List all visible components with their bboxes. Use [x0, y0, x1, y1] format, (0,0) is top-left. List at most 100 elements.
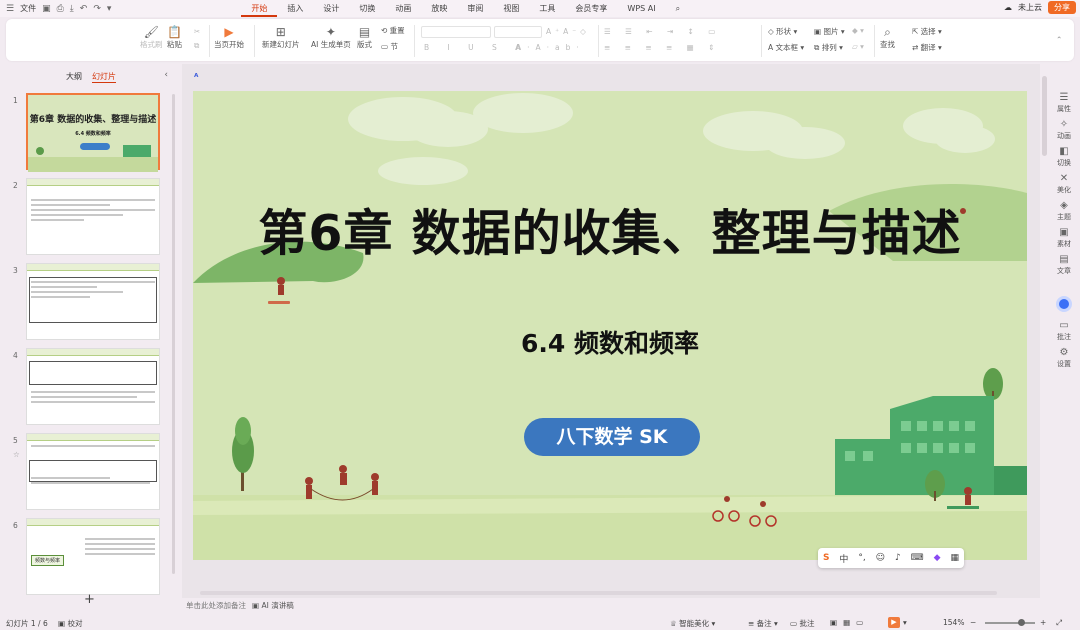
vertical-scrollbar[interactable] — [1042, 66, 1047, 596]
punctuation-icon[interactable]: °, — [858, 553, 865, 563]
zoom-slider-handle[interactable] — [1018, 619, 1025, 626]
undo-icon[interactable]: ↶ — [80, 4, 88, 14]
menu-icon[interactable]: ☰ — [6, 4, 14, 14]
menu-view[interactable]: 视图 — [493, 0, 529, 17]
search-icon[interactable]: ⌕ — [666, 0, 690, 17]
menu-wps-ai[interactable]: WPS AI — [617, 0, 665, 17]
tab-outline[interactable]: 大纲 — [66, 71, 82, 83]
list-group[interactable]: ☰ ☰ ⇤ ⇥ ↕ ▭ — [604, 27, 721, 36]
redo-icon[interactable]: ↷ — [93, 4, 101, 14]
textbox-button[interactable]: A 文本框 ▾ — [768, 42, 804, 53]
keyboard-icon[interactable]: ⌨ — [911, 553, 924, 563]
cut-icon[interactable]: ✂ — [194, 27, 200, 36]
paste-button[interactable]: 📋 粘贴 — [167, 25, 182, 50]
menu-transition[interactable]: 切换 — [349, 0, 385, 17]
ai-speech-button[interactable]: ▣ AI 演讲稿 — [252, 600, 294, 611]
transition-button[interactable]: ◧ 切换 — [1048, 146, 1080, 168]
shape-button[interactable]: ◇ 形状 ▾ — [768, 26, 797, 37]
fit-window-icon[interactable]: ⤢ — [1056, 618, 1062, 628]
sogou-icon[interactable]: S — [823, 553, 829, 563]
shape-fill-icon[interactable]: ◆ ▾ — [852, 26, 864, 35]
chinese-mode-icon[interactable]: 中 — [839, 552, 848, 565]
menu-home[interactable]: 开始 — [241, 0, 278, 17]
theme-button[interactable]: ◈ 主题 — [1048, 200, 1080, 222]
more-icon[interactable]: ▾ — [107, 4, 112, 14]
panel-scrollbar[interactable] — [172, 94, 175, 574]
ai-assist-icon[interactable]: ᴬ — [194, 73, 206, 85]
slide-thumbnail-1[interactable]: 第6章 数据的收集、整理与描述 6.4 频数和频率 — [26, 93, 160, 172]
material-button[interactable]: ▣ 素材 — [1048, 227, 1080, 249]
collapse-ribbon-icon[interactable]: ⌃ — [1056, 35, 1062, 44]
slide-thumbnail-4[interactable] — [26, 348, 160, 425]
find-button[interactable]: ⌕ 查找 — [880, 25, 895, 50]
section-button[interactable]: ▭ 节 — [381, 41, 398, 52]
beautify-button[interactable]: ✕ 美化 — [1048, 173, 1080, 195]
settings-button[interactable]: ⚙ 设置 — [1048, 347, 1080, 369]
comments-status-button[interactable]: ▭ 批注 — [790, 618, 814, 629]
proofread-button[interactable]: ▣ 校对 — [58, 618, 82, 629]
font-size-adjust[interactable]: A⁺A⁻◇ — [546, 27, 590, 36]
zoom-out-button[interactable]: − — [970, 618, 976, 627]
arrange-button[interactable]: ⧉ 排列 ▾ — [814, 42, 843, 53]
horizontal-scrollbar[interactable] — [200, 591, 997, 595]
text-color-group[interactable]: A·A·ab· — [516, 43, 585, 52]
menu-review[interactable]: 审阅 — [457, 0, 493, 17]
print-icon[interactable]: ⎙ — [57, 4, 64, 14]
menu-tools[interactable]: 工具 — [529, 0, 565, 17]
ime-toolbar[interactable]: S 中 °, ☺ ♪ ⌨ ◆ ▦ — [818, 548, 964, 568]
comments-button[interactable]: ▭ 批注 — [1048, 320, 1080, 342]
menu-animation[interactable]: 动画 — [385, 0, 421, 17]
image-button[interactable]: ▣ 图片 ▾ — [814, 26, 845, 37]
ai-assistant-icon[interactable] — [1056, 296, 1072, 312]
font-size-select[interactable] — [494, 26, 542, 38]
zoom-in-button[interactable]: + — [1040, 618, 1046, 627]
ai-generate-button[interactable]: ✦ AI 生成单页 — [311, 25, 351, 50]
export-icon[interactable]: ⤓ — [70, 4, 74, 14]
menu-design[interactable]: 设计 — [313, 0, 349, 17]
grade-badge[interactable]: 八下数学 SK — [524, 418, 700, 456]
smart-beautify-button[interactable]: ♕ 智能美化 ▾ — [670, 618, 715, 629]
zoom-level[interactable]: 154% — [943, 618, 964, 627]
notes-button[interactable]: ≡ 备注 ▾ — [748, 618, 778, 629]
slide-title[interactable]: 第6章 数据的收集、整理与描述 — [193, 194, 1027, 265]
collapse-panel-icon[interactable]: ‹ — [164, 70, 168, 80]
skin-icon[interactable]: ◆ — [934, 553, 941, 563]
current-slide[interactable]: 第6章 数据的收集、整理与描述 6.4 频数和频率 八下数学 SK — [193, 91, 1027, 560]
new-slide-button[interactable]: ⊞ 新建幻灯片 — [262, 25, 300, 50]
add-slide-button[interactable]: + — [84, 592, 95, 607]
slide-thumbnail-3[interactable] — [26, 263, 160, 340]
tab-slides[interactable]: 幻灯片 — [92, 71, 116, 83]
cloud-status[interactable]: 未上云 — [1018, 2, 1042, 13]
slide-thumbnail-6[interactable]: 频数与频率 — [26, 518, 160, 595]
menu-member[interactable]: 会员专享 — [565, 0, 617, 17]
format-painter-button[interactable]: 🖌 格式刷 — [140, 25, 163, 50]
article-button[interactable]: ▤ 文章 — [1048, 254, 1080, 276]
menu-insert[interactable]: 插入 — [277, 0, 313, 17]
star-icon[interactable]: ☆ — [13, 450, 20, 459]
file-menu[interactable]: 文件 — [20, 3, 36, 14]
shape-outline-icon[interactable]: ▱ ▾ — [852, 42, 864, 51]
menu-slideshow[interactable]: 放映 — [421, 0, 457, 17]
font-name-select[interactable] — [421, 26, 491, 38]
properties-button[interactable]: ☰ 属性 — [1048, 92, 1080, 114]
slide-subtitle[interactable]: 6.4 频数和频率 — [193, 324, 1027, 360]
animation-button[interactable]: ✧ 动画 — [1048, 119, 1080, 141]
select-button[interactable]: ⇱ 选择 ▾ — [912, 26, 942, 37]
play-button[interactable]: ▶ — [888, 617, 900, 628]
layout-button[interactable]: ▤ 版式 — [357, 25, 372, 50]
text-format-group[interactable]: B I U S A — [424, 43, 528, 52]
share-button[interactable]: 分享 — [1048, 1, 1076, 14]
save-icon[interactable]: ▣ — [42, 4, 51, 14]
slide-thumbnail-5[interactable] — [26, 433, 160, 510]
mic-icon[interactable]: ♪ — [895, 553, 901, 563]
grid-icon[interactable]: ▦ — [950, 553, 959, 563]
slide-thumbnail-2[interactable] — [26, 178, 160, 255]
view-mode-group[interactable]: ▣▦▭ — [830, 618, 869, 627]
emoji-icon[interactable]: ☺ — [876, 553, 885, 563]
notes-input[interactable]: 单击此处添加备注 — [186, 600, 246, 611]
reset-button[interactable]: ⟲ 重置 — [381, 25, 405, 36]
align-group[interactable]: ≡ ≡ ≡ ≡ ▦ ⇕ — [604, 43, 720, 52]
translate-button[interactable]: ⇄ 翻译 ▾ — [912, 42, 942, 53]
copy-icon[interactable]: ⧉ — [194, 41, 199, 51]
zoom-slider[interactable] — [985, 622, 1035, 624]
